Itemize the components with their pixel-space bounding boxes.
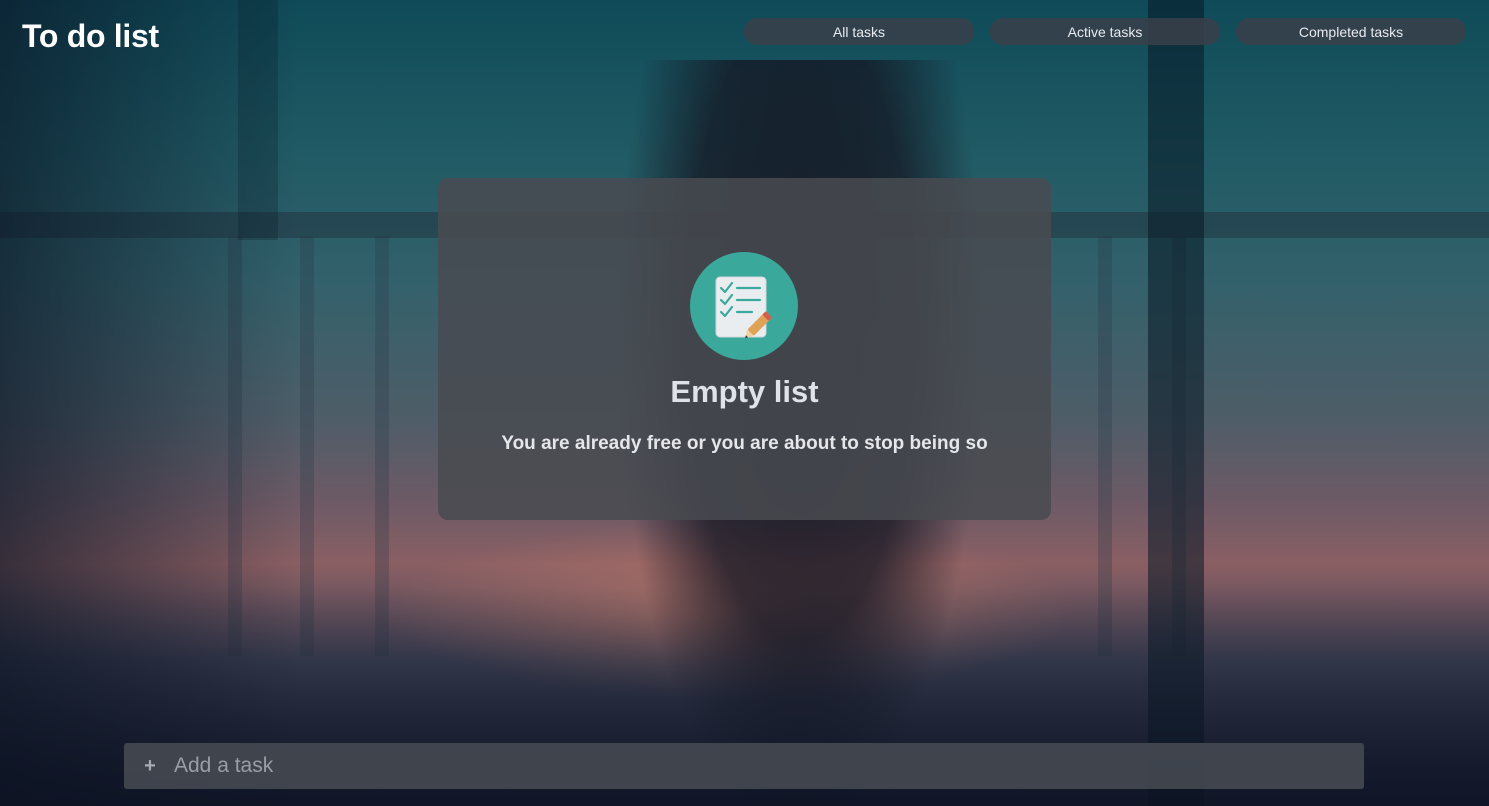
empty-state-card: Empty list You are already free or you a… — [438, 178, 1051, 520]
page-title: To do list — [22, 18, 159, 54]
app-window: To do list All tasks Active tasks Comple… — [0, 0, 1489, 806]
all-tasks-button[interactable]: All tasks — [744, 18, 974, 45]
plus-icon[interactable]: + — [142, 743, 158, 789]
filter-tabs: All tasks Active tasks Completed tasks — [744, 18, 1466, 45]
empty-state-subtitle: You are already free or you are about to… — [501, 433, 988, 454]
add-task-bar[interactable]: + — [124, 743, 1364, 789]
empty-state-title: Empty list — [670, 374, 819, 409]
active-tasks-button[interactable]: Active tasks — [990, 18, 1220, 45]
checklist-icon — [690, 252, 798, 360]
completed-tasks-button[interactable]: Completed tasks — [1236, 18, 1466, 45]
add-task-input[interactable] — [174, 744, 1364, 788]
